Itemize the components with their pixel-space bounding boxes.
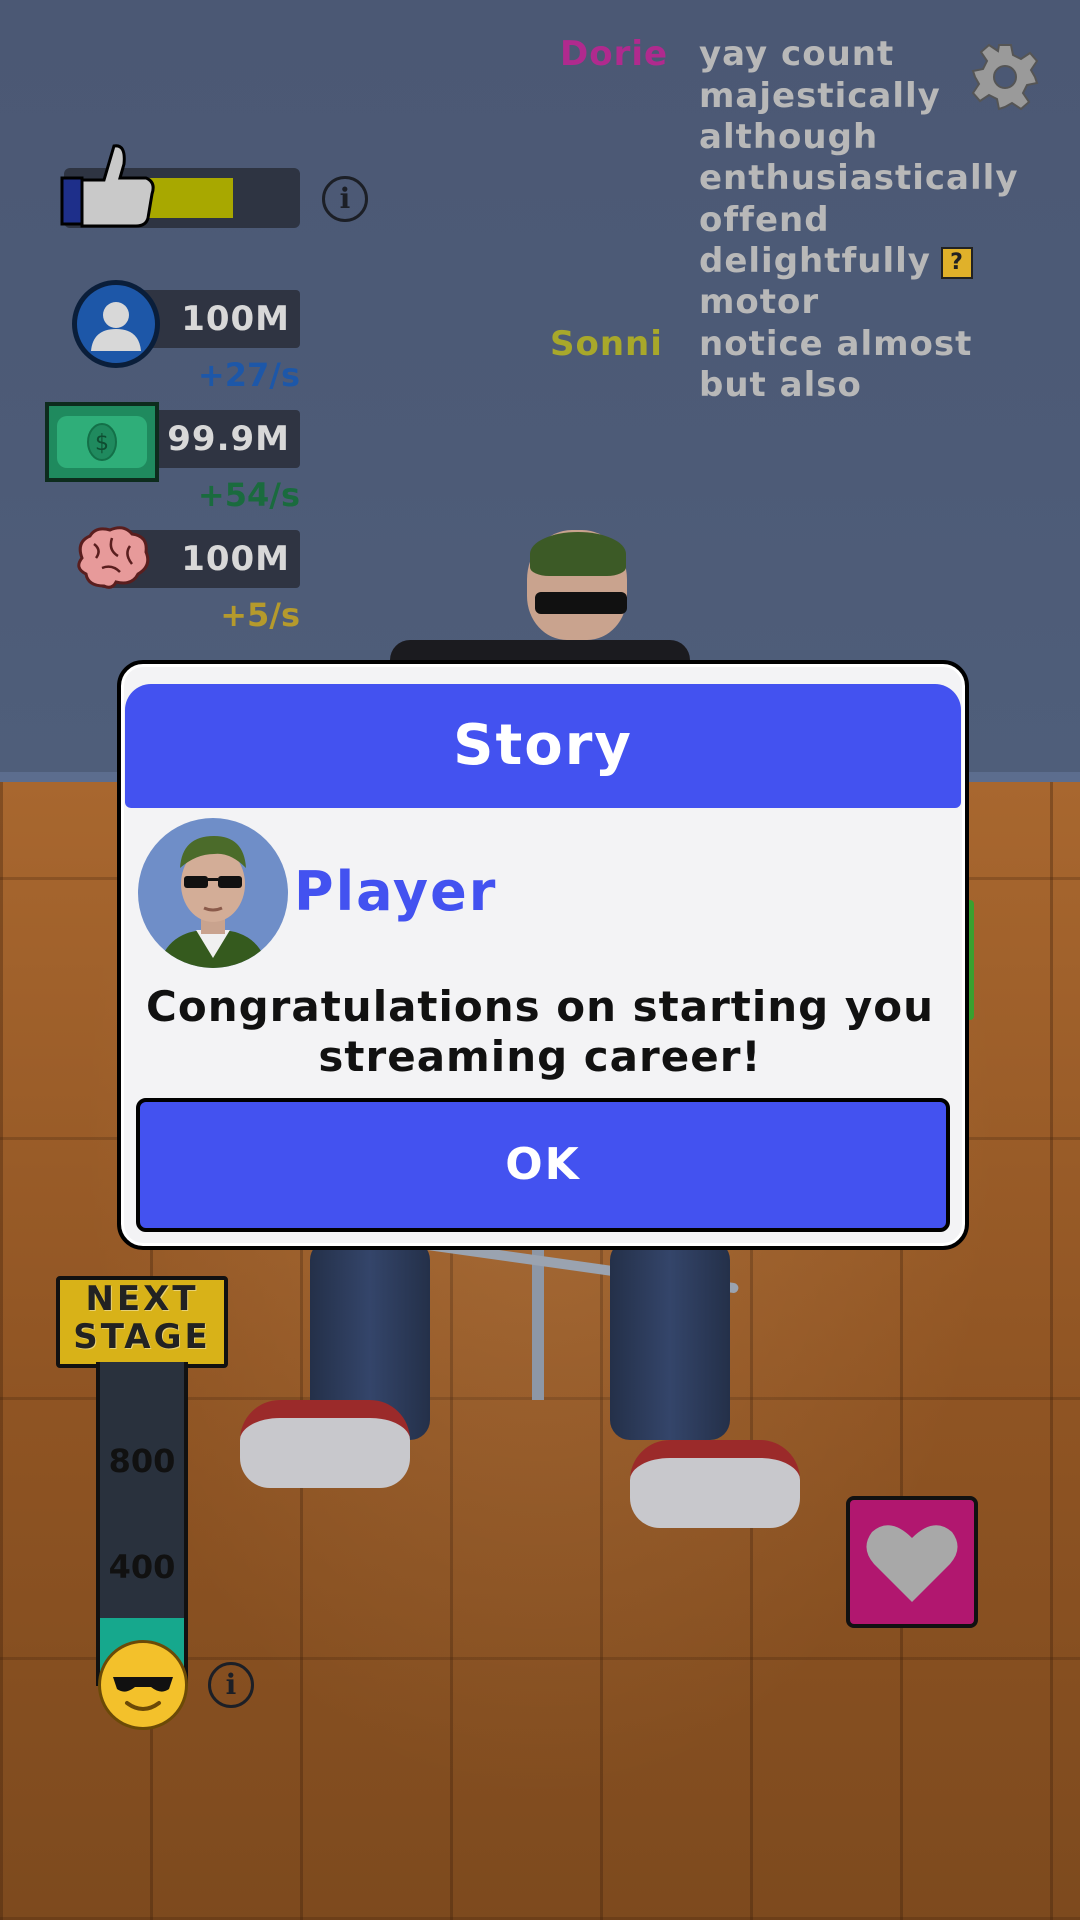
thumbs-up-icon [60,144,155,228]
money-value: 99.9M [167,419,290,459]
dialog-title: Story [453,713,633,778]
dialog-message-line1: Congratulations on starting you [146,982,934,1031]
chat-username-sonni: Sonni [550,324,663,364]
right-leg [610,1240,730,1440]
stage-progress-meter: 800 400 [96,1362,188,1686]
meter-mark-800: 800 [108,1442,176,1480]
user-icon [72,280,160,368]
chat-line: yay count [699,34,895,74]
chat-line-text: delightfully [699,241,931,281]
followers-rate: +27/s [197,356,300,394]
chat-username-dorie: Dorie [560,34,669,74]
heart-button[interactable] [846,1496,978,1628]
next-stage-line2: STAGE [73,1317,211,1357]
chat-line: although [699,117,879,157]
sunglasses-emoji-icon [98,1640,188,1730]
left-shoe [240,1400,410,1488]
like-info-icon[interactable]: i [322,176,368,222]
dialog-message: Congratulations on starting you streamin… [140,982,940,1082]
chat-line: majestically [699,76,941,116]
dialog-header: Story [125,684,961,808]
streamer-cap [530,532,626,576]
heart-icon [866,1525,958,1602]
brain-icon [77,526,150,589]
ok-button[interactable]: OK [136,1098,950,1232]
next-stage-label: NEXT STAGE [56,1276,228,1368]
svg-text:$: $ [95,431,109,456]
money-icon: $ [45,402,159,482]
gear-icon[interactable] [970,42,1040,112]
brain-rate: +5/s [220,596,300,634]
brain-value: 100M [181,539,290,579]
chat-line: but also [699,365,862,405]
chat-line-with-badge: delightfully? [699,241,973,281]
dialog-message-line2: streaming career! [318,1032,762,1081]
streamer-legs [240,1240,800,1528]
speaker-avatar [138,818,288,968]
streamer-sunglasses [535,592,627,614]
followers-value: 100M [181,299,290,339]
chat-line: enthusiastically [699,158,1019,198]
chat-line: notice almost [699,324,973,364]
money-rate: +54/s [197,476,300,514]
stage-info-icon[interactable]: i [208,1662,254,1708]
chat-line: motor [699,282,820,322]
question-badge-icon[interactable]: ? [940,246,973,279]
next-stage-line1: NEXT [85,1279,199,1319]
right-shoe [630,1440,800,1528]
meter-mark-400: 400 [108,1548,176,1586]
speaker-name: Player [294,860,498,923]
chat-line: offend [699,200,830,240]
